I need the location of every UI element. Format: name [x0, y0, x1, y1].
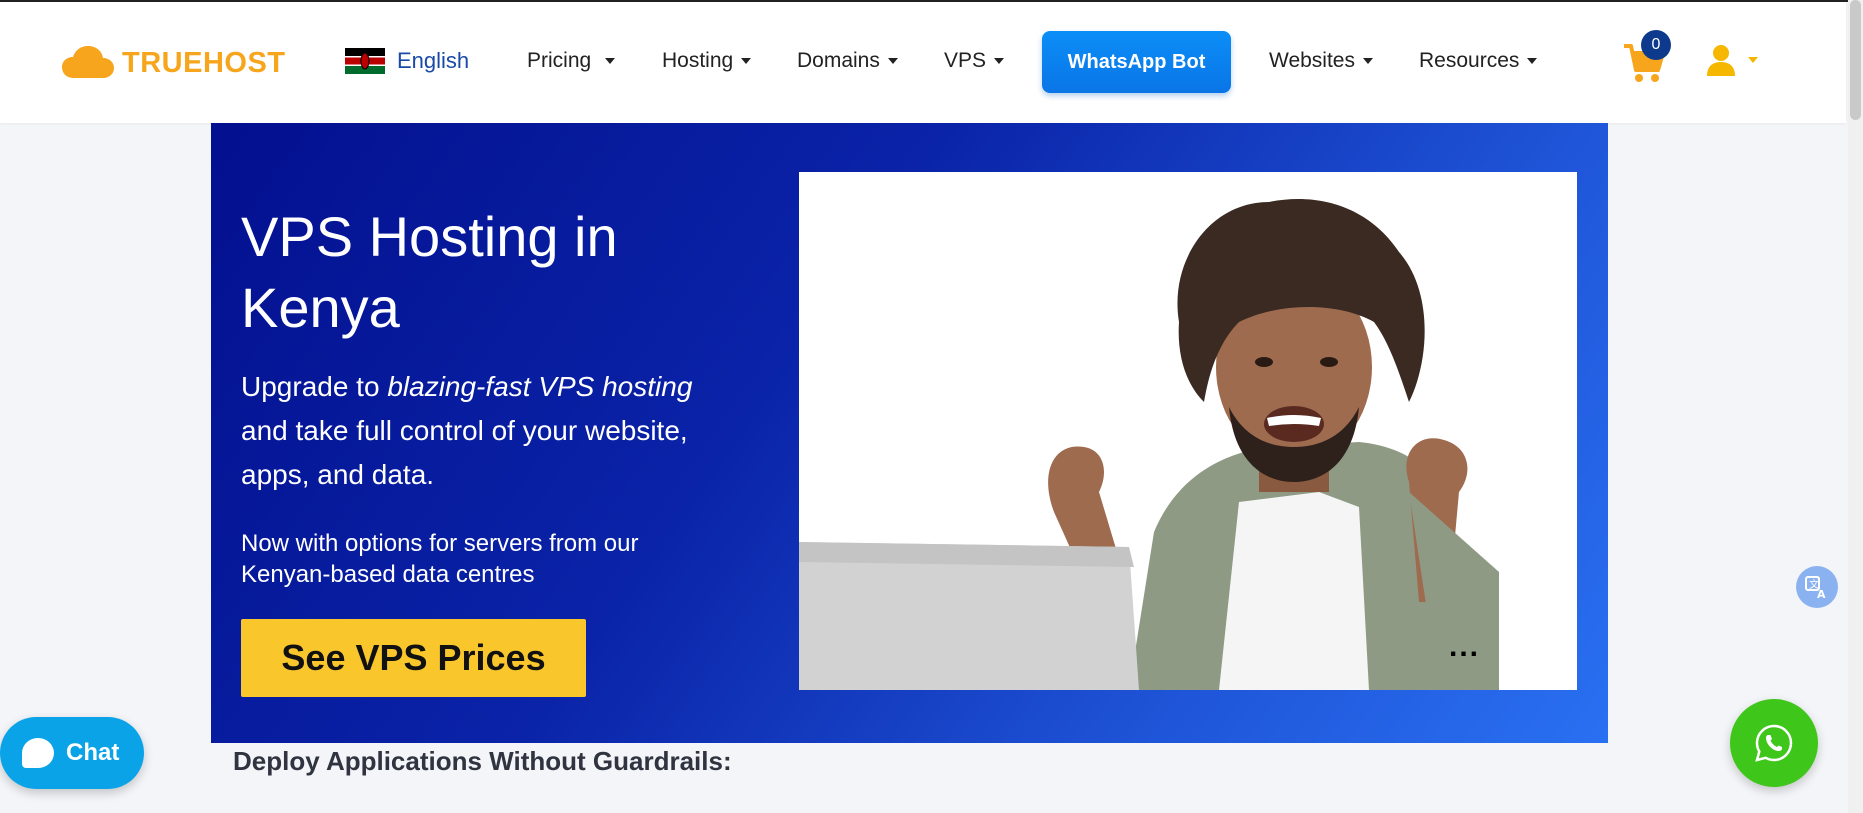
hero-subtitle-suffix: and take full control of your website, a… — [241, 415, 688, 490]
logo-text: TRUEHOST — [122, 46, 286, 79]
logo[interactable]: TRUEHOST — [62, 46, 286, 80]
nav-hosting[interactable]: Hosting — [662, 49, 752, 73]
translate-glyph-icon: 文 A — [1805, 576, 1826, 600]
svg-text:A: A — [1817, 588, 1826, 600]
nav-resources[interactable]: Resources — [1419, 49, 1538, 73]
caret-down-icon — [887, 58, 898, 64]
nav-pricing-label: Pricing — [527, 49, 592, 72]
nav-websites-label: Websites — [1269, 49, 1355, 72]
caret-down-icon — [1527, 58, 1538, 64]
language-selector[interactable]: English — [345, 48, 469, 74]
scrollbar-track[interactable] — [1848, 0, 1863, 813]
caret-down-icon — [741, 58, 752, 64]
see-vps-prices-button[interactable]: See VPS Prices — [241, 619, 586, 697]
cloud-icon — [62, 46, 114, 78]
nav-hosting-label: Hosting — [662, 49, 734, 72]
nav-resources-label: Resources — [1419, 49, 1520, 72]
nav-pricing[interactable]: Pricing — [527, 49, 616, 73]
more-dots: ... — [1449, 630, 1481, 663]
hero-title: VPS Hosting in Kenya — [241, 205, 618, 339]
excited-man-laptop-illustration — [799, 172, 1577, 690]
nav-domains-label: Domains — [797, 49, 880, 72]
nav-vps-label: VPS — [944, 49, 987, 72]
kenya-flag-icon — [345, 48, 385, 74]
user-menu[interactable] — [1706, 44, 1758, 76]
language-label: English — [397, 48, 470, 73]
whatsapp-icon — [1755, 724, 1793, 762]
whatsapp-button[interactable] — [1730, 699, 1818, 787]
site-header: TRUEHOST English Pricing Hosting Domains… — [0, 2, 1846, 123]
nav-domains[interactable]: Domains — [797, 49, 898, 73]
user-icon — [1707, 45, 1735, 76]
chat-label: Chat — [66, 739, 120, 766]
nav-websites[interactable]: Websites — [1269, 49, 1373, 73]
scrollbar-thumb[interactable] — [1850, 0, 1861, 120]
cart-count-badge: 0 — [1641, 30, 1671, 60]
whatsapp-bot-button[interactable]: WhatsApp Bot — [1042, 31, 1231, 93]
nav-vps[interactable]: VPS — [944, 49, 1005, 73]
caret-down-icon — [994, 58, 1005, 64]
hero-subtitle: Upgrade to blazing-fast VPS hosting and … — [241, 365, 741, 497]
hero-banner: VPS Hosting in Kenya Upgrade to blazing-… — [211, 123, 1608, 743]
chat-button[interactable]: Chat — [0, 717, 144, 789]
caret-down-icon — [1362, 58, 1373, 64]
translate-icon[interactable]: 文 A — [1796, 566, 1838, 608]
hero-subtitle-prefix: Upgrade to — [241, 371, 388, 402]
section-heading: Deploy Applications Without Guardrails: — [233, 746, 732, 776]
hero-photo — [799, 172, 1577, 690]
caret-down-icon — [605, 58, 616, 64]
hero-subtitle-emphasis: blazing-fast VPS hosting — [387, 371, 693, 402]
caret-down-icon — [1748, 57, 1758, 63]
hero-secondary-text: Now with options for servers from our Ke… — [241, 530, 639, 588]
chat-bubble-icon — [22, 738, 54, 768]
